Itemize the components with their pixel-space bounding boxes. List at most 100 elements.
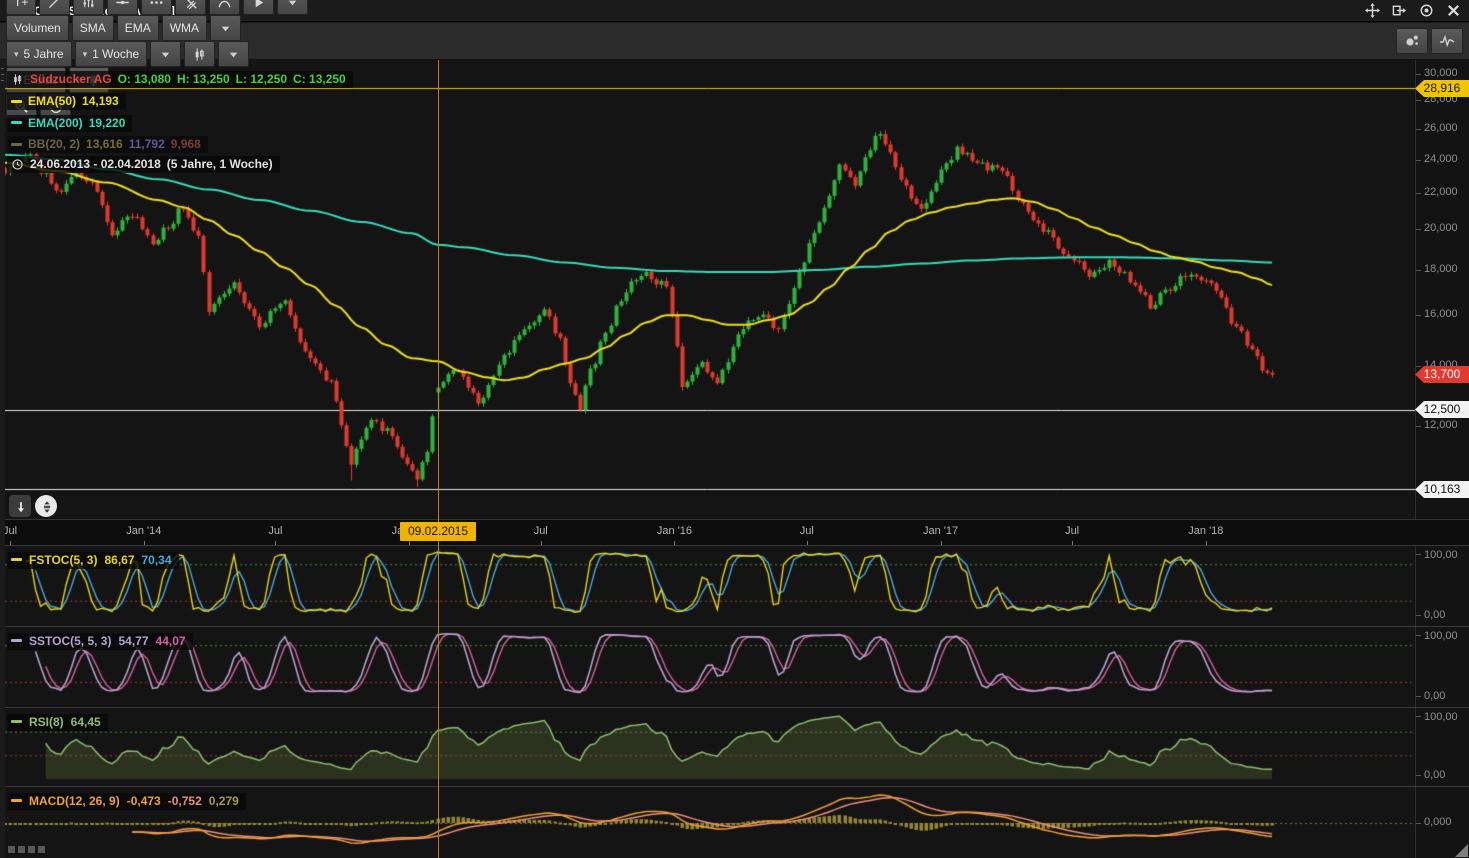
- sstoc-label[interactable]: SSTOC(5, 5, 3): [29, 634, 111, 648]
- volumen-button[interactable]: Volumen: [6, 15, 69, 41]
- alert-level-badge: 28,916: [1415, 80, 1469, 97]
- ema200-label[interactable]: EMA(200): [28, 116, 83, 130]
- bubbles-button[interactable]: [1396, 28, 1428, 54]
- price-tick: [1416, 366, 1421, 367]
- fib-retracement-button[interactable]: [73, 0, 104, 15]
- x-axis-label: Jul: [3, 525, 17, 537]
- maximize-icon[interactable]: [1365, 3, 1380, 18]
- toolbar-group: T+: [6, 0, 308, 15]
- macd-swatch: [11, 799, 22, 802]
- macd-label[interactable]: MACD(12, 26, 9): [29, 794, 120, 808]
- button-label: 5 Jahre: [24, 47, 64, 61]
- x-axis-tick: [807, 541, 808, 545]
- clock-icon: [11, 158, 24, 171]
- bb-label[interactable]: BB(20, 2): [28, 137, 80, 151]
- close-icon[interactable]: [1446, 3, 1461, 18]
- record-icon[interactable]: [1419, 3, 1434, 18]
- dotted-line-button[interactable]: [141, 0, 172, 15]
- play-tool-button[interactable]: [243, 0, 274, 15]
- chart-window: Chart Südzucker AG [5y] T+VolumenSMAEMAW…: [0, 0, 1469, 858]
- x-axis-tick: [1072, 541, 1073, 545]
- macd-axis-zero: 0,000: [1424, 816, 1452, 828]
- sstoc-value-2: 44,07: [156, 634, 186, 648]
- fstoc-legend: FSTOC(5, 3)86,6770,34: [7, 550, 179, 569]
- price-tick: [1416, 74, 1421, 75]
- x-axis-label: Jan '18: [1188, 525, 1223, 537]
- play-tool-icon: [251, 0, 266, 10]
- x-axis-tick: [409, 541, 410, 545]
- ema200-value: 19,220: [89, 116, 126, 130]
- chevron-down-icon: [285, 0, 300, 10]
- date-range-row: 24.06.2013 - 02.04.2018 (5 Jahre, 1 Woch…: [7, 156, 353, 174]
- price-axis: [1415, 60, 1469, 858]
- horizontal-line-button[interactable]: [107, 0, 138, 15]
- export-icon[interactable]: [1392, 3, 1407, 18]
- arrow-down-icon: [14, 500, 27, 513]
- x-axis-tick: [10, 541, 11, 545]
- wma-button[interactable]: WMA: [162, 15, 207, 41]
- high-value: H: 13,250: [177, 72, 230, 86]
- chevron-down-icon: ▾: [83, 50, 88, 59]
- x-axis-label: Jul: [1065, 525, 1079, 537]
- x-axis-label: Jan '16: [657, 525, 692, 537]
- fstoc-swatch: [11, 558, 22, 561]
- macd-axis-tick: [1416, 823, 1421, 824]
- sma-button[interactable]: SMA: [72, 15, 114, 41]
- fstoc-panel-canvas[interactable]: [0, 545, 1415, 626]
- candlestick-icon: [11, 73, 24, 86]
- price-tick: [1416, 193, 1421, 194]
- fstoc-label[interactable]: FSTOC(5, 3): [29, 553, 97, 567]
- x-axis: [0, 519, 1469, 545]
- ema50-legend-row: EMA(50) 14,193: [7, 92, 353, 111]
- panel-separator[interactable]: [0, 626, 1469, 627]
- rsi-panel-canvas[interactable]: [0, 707, 1415, 786]
- chevron-down-button[interactable]: [210, 15, 241, 41]
- rsi-axis-tick: [1416, 775, 1421, 776]
- x-axis-tick: [275, 541, 276, 545]
- cursor-date-badge: 09.02.2015: [400, 522, 476, 541]
- horizontal-line-icon: [115, 0, 130, 10]
- scroll-down-button[interactable]: [9, 495, 31, 517]
- text-tool-button[interactable]: T+: [6, 0, 36, 15]
- arc-tool-button[interactable]: [209, 0, 240, 15]
- bb-middle-value: 11,792: [129, 137, 165, 151]
- x-axis-tick: [1206, 541, 1207, 545]
- ema-button[interactable]: EMA: [117, 15, 159, 41]
- toolbar-group: VolumenSMA EMA WMA: [6, 15, 308, 41]
- pencil-off-icon: [183, 0, 198, 10]
- last-price-badge: 13,700: [1415, 366, 1469, 383]
- sstoc-axis-bottom: 0,00: [1424, 690, 1445, 702]
- sstoc-panel-canvas[interactable]: [0, 626, 1415, 707]
- rsi-label[interactable]: RSI(8): [29, 715, 64, 729]
- ema50-label[interactable]: EMA(50): [28, 94, 76, 108]
- price-tick: [1416, 426, 1421, 427]
- panel-dots: [8, 846, 45, 853]
- price-tick-label: 30,000: [1424, 67, 1458, 79]
- fstoc-value-2: 70,34: [142, 553, 172, 567]
- panel-separator[interactable]: [0, 786, 1469, 787]
- macd-value-3: 0,279: [209, 794, 239, 808]
- trend-line-button[interactable]: [39, 0, 70, 15]
- panel-separator[interactable]: [0, 707, 1469, 708]
- pulse-button[interactable]: [1431, 28, 1463, 54]
- fib-retracement-icon: [81, 0, 96, 10]
- price-tick-label: 26,000: [1424, 122, 1458, 134]
- toolbar: T+VolumenSMAEMAWMA▾5 Jahre▾1 Woche▾Extra…: [0, 23, 1469, 59]
- button-label: EMA: [125, 21, 151, 35]
- x-axis-tick: [144, 541, 145, 545]
- resize-grip[interactable]: [1455, 844, 1468, 857]
- x-axis-tick: [674, 541, 675, 545]
- pencil-off-button[interactable]: [175, 0, 206, 15]
- symbol-legend-row: Südzucker AG O: 13,080 H: 13,250 L: 12,2…: [7, 71, 353, 89]
- expand-panels-button[interactable]: [35, 495, 57, 517]
- panel-separator[interactable]: [0, 545, 1469, 546]
- fstoc-axis-top: 100,00: [1424, 549, 1458, 561]
- fstoc-axis-bottom: 0,00: [1424, 609, 1445, 621]
- trend-line-icon: [47, 0, 62, 10]
- sstoc-value-1: 54,77: [118, 634, 148, 648]
- low-value: L: 12,250: [236, 72, 287, 86]
- crosshair-line: [438, 60, 439, 858]
- price-tick: [1416, 160, 1421, 161]
- fstoc-axis-tick: [1416, 554, 1421, 555]
- chevron-down-button[interactable]: [277, 0, 308, 15]
